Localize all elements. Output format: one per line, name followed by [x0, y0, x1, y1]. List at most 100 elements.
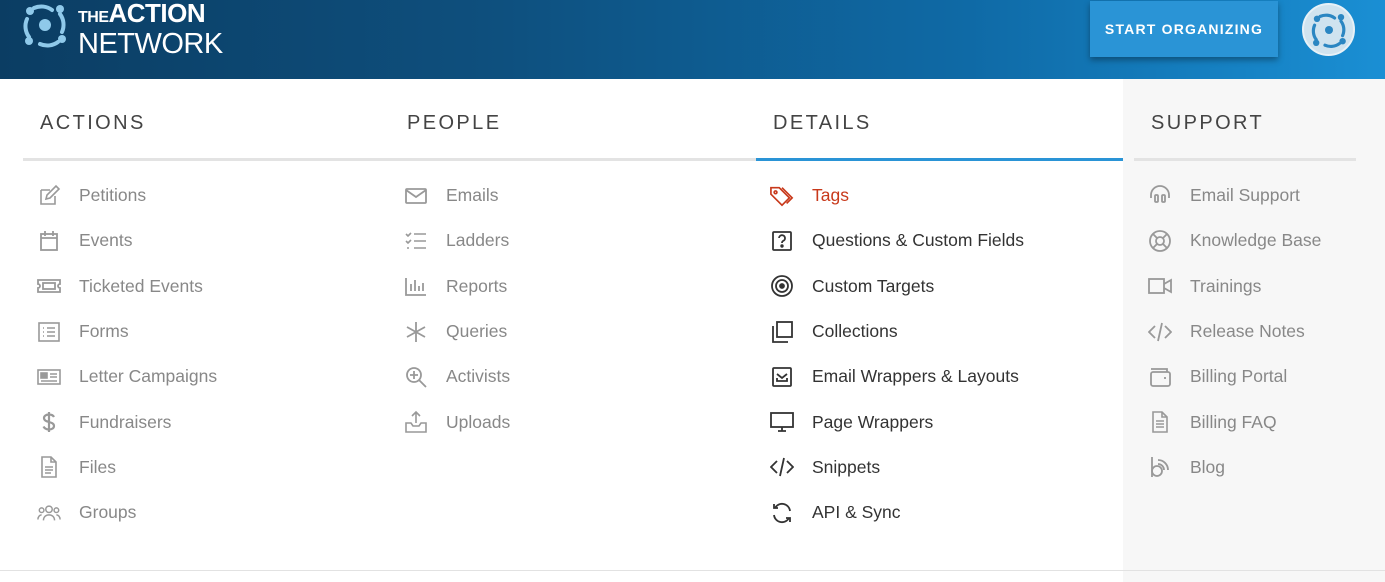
- actions-heading: ACTIONS: [23, 79, 390, 161]
- menu-item-snippets[interactable]: Snippets: [756, 445, 1123, 490]
- edit-icon: [37, 184, 65, 208]
- support-heading: SUPPORT: [1134, 79, 1356, 161]
- top-header: THEACTION NETWORK START ORGANIZING: [0, 0, 1385, 79]
- envelope-icon: [404, 184, 432, 208]
- people-heading: PEOPLE: [390, 79, 756, 161]
- logo-mark-icon: [23, 4, 66, 48]
- menu-item-label: Email Support: [1190, 185, 1300, 206]
- form-list-icon: [37, 320, 65, 344]
- headset-icon: [1148, 184, 1176, 208]
- menu-item-label: Uploads: [446, 411, 511, 432]
- dollar-icon: [37, 410, 65, 434]
- menu-item-forms[interactable]: Forms: [23, 309, 390, 354]
- upload-icon: [404, 410, 432, 434]
- question-box-icon: [770, 229, 798, 253]
- menu-item-reports[interactable]: Reports: [390, 264, 756, 309]
- menu-item-email-support[interactable]: Email Support: [1134, 173, 1356, 218]
- blog-icon: [1148, 455, 1176, 479]
- menu-item-label: Queries: [446, 321, 508, 342]
- menu-item-label: Email Wrappers & Layouts: [812, 366, 1019, 387]
- wallet-icon: [1148, 365, 1176, 389]
- menu-item-label: Events: [79, 230, 133, 251]
- menu-item-label: Petitions: [79, 185, 147, 206]
- monitor-icon: [770, 410, 798, 434]
- menu-item-release-notes[interactable]: Release Notes: [1134, 309, 1356, 354]
- logo-line1-text: ACTION: [108, 0, 206, 28]
- menu-item-label: Trainings: [1190, 275, 1262, 296]
- details-heading: DETAILS: [756, 79, 1123, 161]
- menu-item-knowledge-base[interactable]: Knowledge Base: [1134, 218, 1356, 263]
- menu-item-tags[interactable]: Tags: [756, 173, 1123, 218]
- menu-item-api-sync[interactable]: API & Sync: [756, 490, 1123, 535]
- menu-item-uploads[interactable]: Uploads: [390, 399, 756, 444]
- menu-item-label: Tags: [812, 185, 849, 206]
- life-ring-icon: [1148, 229, 1176, 253]
- menu-item-collections[interactable]: Collections: [756, 309, 1123, 354]
- menu-item-label: Blog: [1190, 456, 1226, 477]
- menu-item-files[interactable]: Files: [23, 445, 390, 490]
- menu-item-trainings[interactable]: Trainings: [1134, 264, 1356, 309]
- people-column: PEOPLE Emails Ladders Reports Queries Ac…: [390, 79, 756, 445]
- file-icon: [37, 455, 65, 479]
- menu-item-label: Collections: [812, 321, 898, 342]
- users-icon: [37, 501, 65, 525]
- logo-wordmark: THEACTION NETWORK: [78, 0, 223, 60]
- menu-item-label: Page Wrappers: [812, 411, 934, 432]
- logo-small-text: THE: [78, 9, 109, 26]
- menu-item-label: Files: [79, 456, 116, 477]
- menu-item-billing-portal[interactable]: Billing Portal: [1134, 354, 1356, 399]
- menu-item-label: Fundraisers: [79, 411, 172, 432]
- support-column: SUPPORT Email Support Knowledge Base Tra…: [1134, 79, 1356, 490]
- details-column: DETAILS Tags Questions & Custom Fields C…: [756, 79, 1123, 535]
- menu-item-page-wrappers[interactable]: Page Wrappers: [756, 399, 1123, 444]
- menu-item-label: Emails: [446, 185, 499, 206]
- copy-icon: [770, 320, 798, 344]
- menu-item-label: API & Sync: [812, 502, 901, 523]
- logo-line2-text: NETWORK: [78, 28, 223, 60]
- asterisk-icon: [404, 320, 432, 344]
- bottom-divider: [0, 570, 1385, 571]
- menu-item-email-wrappers-layouts[interactable]: Email Wrappers & Layouts: [756, 354, 1123, 399]
- menu-item-label: Reports: [446, 275, 508, 296]
- menu-item-label: Forms: [79, 321, 129, 342]
- menu-item-ladders[interactable]: Ladders: [390, 218, 756, 263]
- menu-item-label: Custom Targets: [812, 275, 935, 296]
- avatar-logo-icon: [1311, 13, 1346, 48]
- menu-item-billing-faq[interactable]: Billing FAQ: [1134, 399, 1356, 444]
- menu-item-custom-targets[interactable]: Custom Targets: [756, 264, 1123, 309]
- user-avatar[interactable]: [1302, 3, 1355, 56]
- menu-item-emails[interactable]: Emails: [390, 173, 756, 218]
- menu-item-label: Activists: [446, 366, 511, 387]
- menu-item-petitions[interactable]: Petitions: [23, 173, 390, 218]
- menu-item-label: Billing FAQ: [1190, 411, 1277, 432]
- menu-item-fundraisers[interactable]: Fundraisers: [23, 399, 390, 444]
- menu-item-groups[interactable]: Groups: [23, 490, 390, 535]
- menu-item-label: Billing Portal: [1190, 366, 1288, 387]
- menu-item-label: Letter Campaigns: [79, 366, 218, 387]
- sync-icon: [770, 501, 798, 525]
- zoom-plus-icon: [404, 365, 432, 389]
- checklist-icon: [404, 229, 432, 253]
- start-organizing-button[interactable]: START ORGANIZING: [1090, 1, 1278, 57]
- document-icon: [1148, 410, 1176, 434]
- menu-item-questions-custom-fields[interactable]: Questions & Custom Fields: [756, 218, 1123, 263]
- newspaper-icon: [37, 365, 65, 389]
- action-network-logo[interactable]: THEACTION NETWORK: [20, 0, 223, 60]
- envelope-box-icon: [770, 365, 798, 389]
- ticket-icon: [37, 274, 65, 298]
- menu-item-letter-campaigns[interactable]: Letter Campaigns: [23, 354, 390, 399]
- code-icon: [1148, 320, 1176, 344]
- menu-item-label: Release Notes: [1190, 321, 1305, 342]
- bar-chart-icon: [404, 274, 432, 298]
- video-icon: [1148, 274, 1176, 298]
- menu-item-label: Groups: [79, 502, 137, 523]
- tags-icon: [770, 184, 798, 208]
- menu-item-ticketed-events[interactable]: Ticketed Events: [23, 264, 390, 309]
- menu-item-label: Questions & Custom Fields: [812, 230, 1025, 251]
- menu-item-label: Ladders: [446, 230, 510, 251]
- menu-item-events[interactable]: Events: [23, 218, 390, 263]
- menu-item-label: Knowledge Base: [1190, 230, 1322, 251]
- menu-item-queries[interactable]: Queries: [390, 309, 756, 354]
- menu-item-blog[interactable]: Blog: [1134, 445, 1356, 490]
- menu-item-activists[interactable]: Activists: [390, 354, 756, 399]
